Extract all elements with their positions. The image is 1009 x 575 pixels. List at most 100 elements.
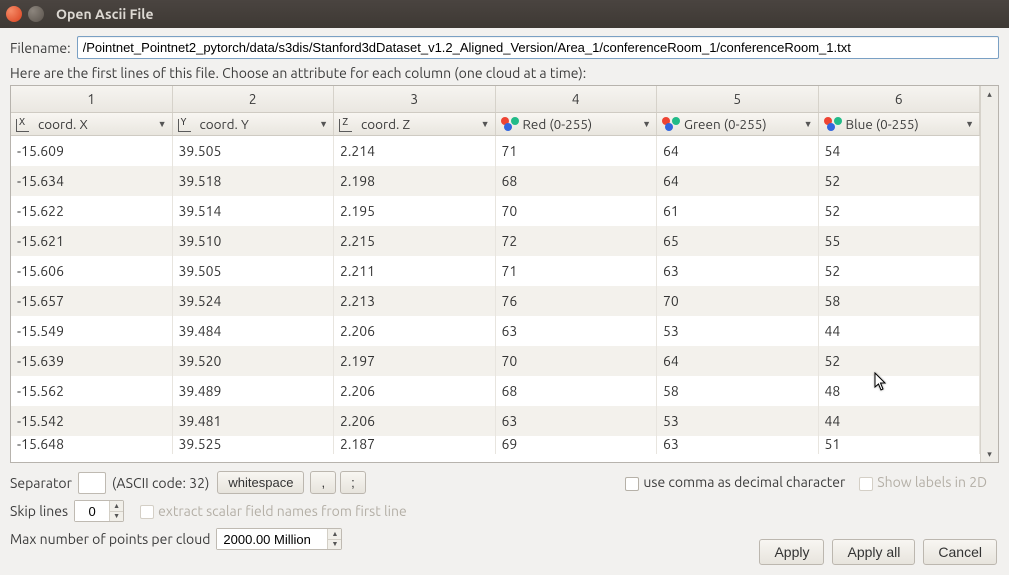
chevron-down-icon: ▼ xyxy=(319,119,328,129)
window-close-icon[interactable] xyxy=(6,6,22,22)
column-type-dropdown-5[interactable]: Green (0-255)▼ xyxy=(657,113,819,135)
column-type-dropdown-4[interactable]: Red (0-255)▼ xyxy=(496,113,658,135)
show-labels-2d-checkbox: Show labels in 2D xyxy=(859,474,987,490)
filename-input[interactable] xyxy=(77,36,999,59)
comma-decimal-checkbox[interactable]: use comma as decimal character xyxy=(625,474,845,490)
rgb-icon xyxy=(501,117,519,131)
table-cell: 48 xyxy=(819,376,981,406)
spinner-down-icon[interactable]: ▼ xyxy=(328,540,341,550)
table-cell: 39.505 xyxy=(173,136,335,166)
table-cell: 39.525 xyxy=(173,436,335,454)
separator-semicolon-button[interactable]: ; xyxy=(340,471,366,494)
max-points-spinner[interactable]: ▲ ▼ xyxy=(216,528,342,550)
table-cell: -15.634 xyxy=(11,166,173,196)
table-row: -15.62239.5142.195706152 xyxy=(11,196,980,226)
chevron-down-icon: ▼ xyxy=(158,119,167,129)
skip-lines-spinner[interactable]: ▲ ▼ xyxy=(74,500,124,522)
column-header-6[interactable]: 6 xyxy=(819,86,981,112)
table-cell: 2.206 xyxy=(334,376,496,406)
dropdown-label: Green (0-255) xyxy=(684,116,804,132)
max-points-label: Max number of points per cloud xyxy=(10,531,210,547)
table-cell: 39.510 xyxy=(173,226,335,256)
table-cell: 52 xyxy=(819,166,981,196)
column-header-3[interactable]: 3 xyxy=(334,86,496,112)
spinner-down-icon[interactable]: ▼ xyxy=(110,512,123,522)
separator-ascii-label: (ASCII code: 32) xyxy=(112,475,209,491)
table-cell: 52 xyxy=(819,196,981,226)
column-type-dropdown-6[interactable]: Blue (0-255)▼ xyxy=(819,113,981,135)
table-cell: -15.622 xyxy=(11,196,173,226)
column-header-1[interactable]: 1 xyxy=(11,86,173,112)
table-cell: 2.213 xyxy=(334,286,496,316)
table-cell: 39.484 xyxy=(173,316,335,346)
scroll-down-icon[interactable]: ▾ xyxy=(981,446,998,462)
cancel-button[interactable]: Cancel xyxy=(923,539,997,565)
skip-lines-value[interactable] xyxy=(75,501,109,521)
spinner-up-icon[interactable]: ▲ xyxy=(110,501,123,512)
table-cell: -15.657 xyxy=(11,286,173,316)
window-minimize-icon[interactable] xyxy=(28,6,44,22)
table-cell: 39.489 xyxy=(173,376,335,406)
table-cell: 2.206 xyxy=(334,406,496,436)
table-cell: 64 xyxy=(657,346,819,376)
table-row: -15.60639.5052.211716352 xyxy=(11,256,980,286)
table-row: -15.54939.4842.206635344 xyxy=(11,316,980,346)
table-cell: 53 xyxy=(657,316,819,346)
table-cell: 63 xyxy=(657,436,819,454)
column-header-4[interactable]: 4 xyxy=(496,86,658,112)
chevron-down-icon: ▼ xyxy=(965,119,974,129)
table-cell: 2.214 xyxy=(334,136,496,166)
table-cell: 39.505 xyxy=(173,256,335,286)
separator-comma-button[interactable]: , xyxy=(310,471,336,494)
table-cell: 53 xyxy=(657,406,819,436)
table-cell: 55 xyxy=(819,226,981,256)
separator-whitespace-button[interactable]: whitespace xyxy=(217,471,304,494)
apply-button[interactable]: Apply xyxy=(759,539,824,565)
table-cell: 2.195 xyxy=(334,196,496,226)
rgb-icon xyxy=(824,117,842,131)
table-cell: 68 xyxy=(496,376,658,406)
preview-table: 123456 Xcoord. X▼Ycoord. Y▼Zcoord. Z▼Red… xyxy=(10,85,999,463)
table-row: -15.56239.4892.206685848 xyxy=(11,376,980,406)
separator-input[interactable] xyxy=(78,472,106,494)
table-cell: 2.206 xyxy=(334,316,496,346)
apply-all-button[interactable]: Apply all xyxy=(832,539,915,565)
axis-x-icon: X xyxy=(16,118,34,131)
dropdown-label: coord. Z xyxy=(361,116,481,132)
table-cell: 64 xyxy=(657,136,819,166)
table-cell: 44 xyxy=(819,316,981,346)
scroll-up-icon[interactable]: ▴ xyxy=(981,86,998,102)
table-cell: 2.215 xyxy=(334,226,496,256)
max-points-value[interactable] xyxy=(217,529,327,549)
table-cell: -15.648 xyxy=(11,436,173,454)
column-header-5[interactable]: 5 xyxy=(657,86,819,112)
column-type-dropdown-2[interactable]: Ycoord. Y▼ xyxy=(173,113,335,135)
column-header-2[interactable]: 2 xyxy=(173,86,335,112)
table-cell: 58 xyxy=(657,376,819,406)
table-row: -15.65739.5242.213767058 xyxy=(11,286,980,316)
table-cell: 2.187 xyxy=(334,436,496,454)
table-cell: 64 xyxy=(657,166,819,196)
dropdown-label: coord. X xyxy=(38,116,158,132)
column-type-dropdown-1[interactable]: Xcoord. X▼ xyxy=(11,113,173,135)
separator-label: Separator xyxy=(10,475,72,491)
table-cell: -15.549 xyxy=(11,316,173,346)
dialog-content: Filename: Here are the first lines of th… xyxy=(0,28,1009,575)
titlebar: Open Ascii File xyxy=(0,0,1009,28)
table-cell: 44 xyxy=(819,406,981,436)
table-scrollbar[interactable]: ▴ ▾ xyxy=(980,86,998,462)
table-cell: 71 xyxy=(496,256,658,286)
dropdown-label: Blue (0-255) xyxy=(846,116,966,132)
table-cell: 39.520 xyxy=(173,346,335,376)
window-title: Open Ascii File xyxy=(56,6,154,22)
table-cell: 63 xyxy=(496,316,658,346)
dropdown-label: coord. Y xyxy=(200,116,320,132)
table-cell: 51 xyxy=(819,436,981,454)
table-cell: 61 xyxy=(657,196,819,226)
table-cell: -15.621 xyxy=(11,226,173,256)
chevron-down-icon: ▼ xyxy=(804,119,813,129)
spinner-up-icon[interactable]: ▲ xyxy=(328,529,341,540)
table-row: -15.64839.5252.187696351 xyxy=(11,436,980,454)
table-cell: 63 xyxy=(657,256,819,286)
column-type-dropdown-3[interactable]: Zcoord. Z▼ xyxy=(334,113,496,135)
